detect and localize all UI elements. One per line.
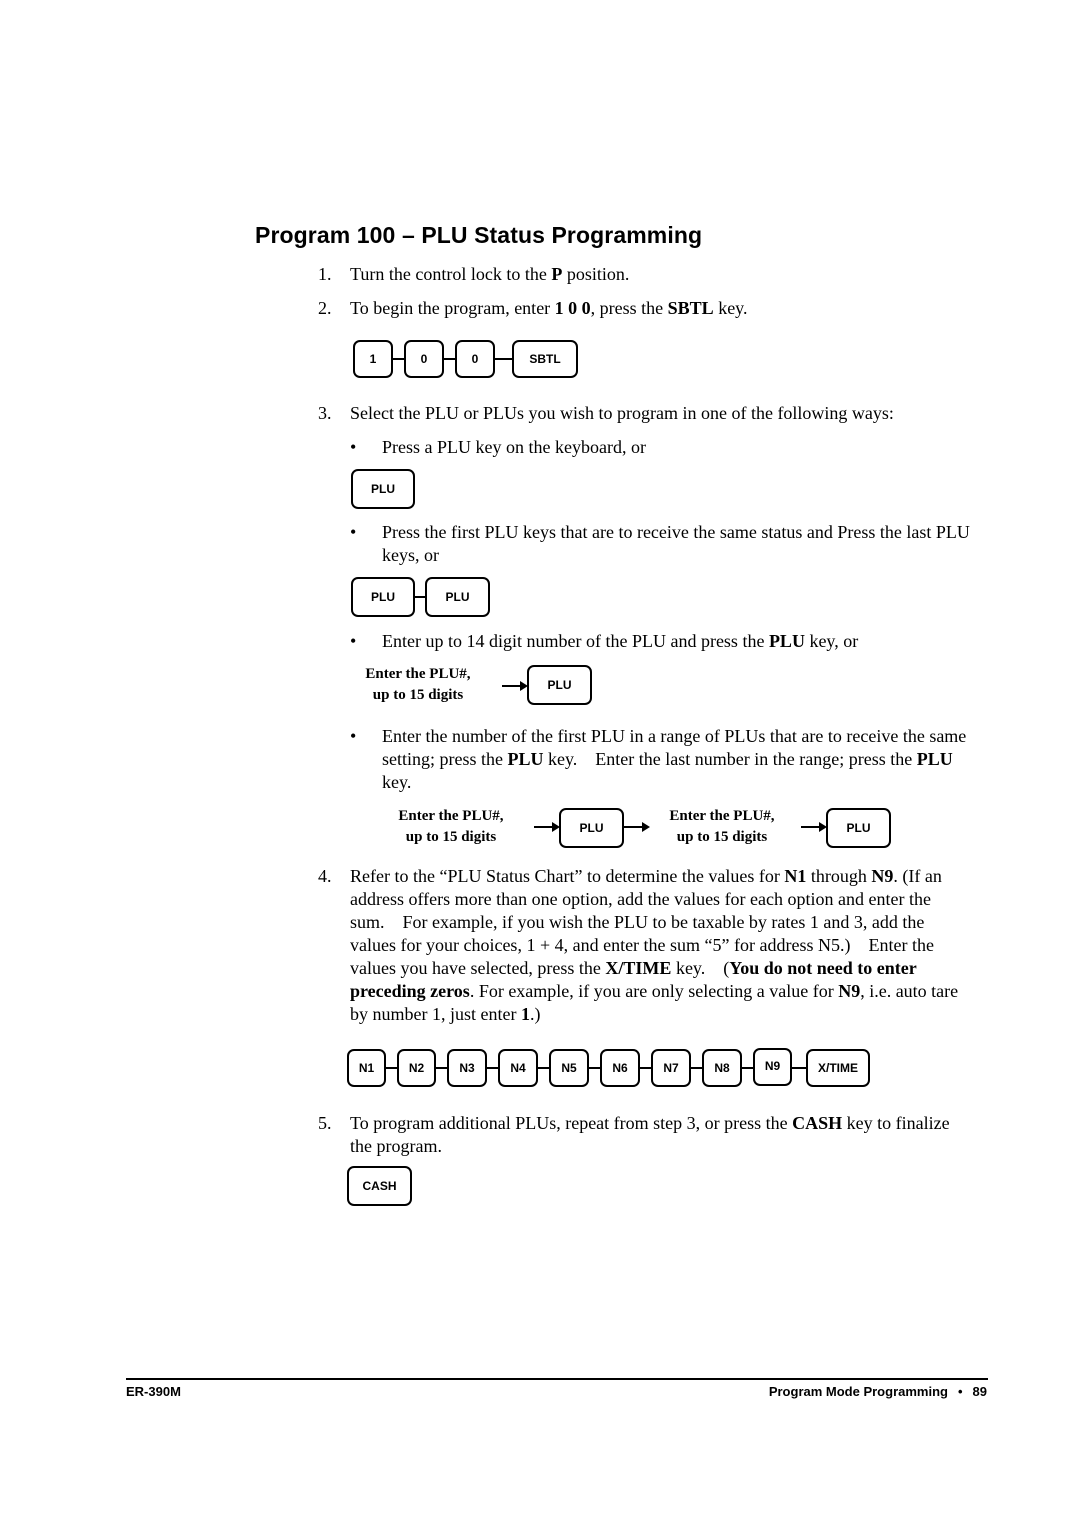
key-connector xyxy=(589,1067,600,1069)
bullet-icon: • xyxy=(350,726,357,746)
step-text: To program additional PLUs, repeat from … xyxy=(350,1113,793,1133)
key-connector xyxy=(415,596,425,598)
footer-model: ER-390M xyxy=(126,1384,181,1399)
step-text: position. xyxy=(562,264,630,284)
step-number: 5. xyxy=(318,1113,332,1133)
footer-section: Program Mode Programming • 89 xyxy=(769,1384,987,1399)
key-connector xyxy=(538,1067,549,1069)
bullet-key-ref: PLU xyxy=(507,749,544,769)
key-connector xyxy=(742,1067,753,1069)
key-plu: PLU xyxy=(351,577,415,617)
bullet-icon: • xyxy=(350,522,357,542)
key-connector xyxy=(495,358,512,360)
bullet-text: key. xyxy=(382,772,412,792)
bullet-text: Press a PLU key on the keyboard, or xyxy=(382,437,646,457)
step-text: through xyxy=(806,866,872,886)
step-number: 1. xyxy=(318,264,332,284)
page-title: Program 100 – PLU Status Programming xyxy=(255,222,703,248)
key-sbtl: SBTL xyxy=(512,340,578,378)
step-text: Refer to the “PLU Status Chart” to deter… xyxy=(350,866,785,886)
key-plu: PLU xyxy=(559,808,624,848)
key-n8: N8 xyxy=(702,1049,742,1087)
bullet-text: key, or xyxy=(804,631,859,651)
arrow-icon xyxy=(502,681,528,691)
arrow-icon xyxy=(534,822,560,832)
step-text: Select the PLU or PLUs you wish to progr… xyxy=(350,403,894,423)
step-key-ref: N9 xyxy=(871,866,894,886)
arrow-icon xyxy=(801,822,827,832)
bullet-text: Enter up to 14 digit number of the PLU a… xyxy=(382,631,769,651)
key-n4: N4 xyxy=(498,1049,538,1087)
step-key-ref: X/TIME xyxy=(605,958,672,978)
key-0: 0 xyxy=(404,340,444,378)
page-number: 89 xyxy=(972,1384,987,1399)
key-n3: N3 xyxy=(447,1049,487,1087)
step-number: 4. xyxy=(318,866,332,886)
step-number: 2. xyxy=(318,298,332,318)
key-connector xyxy=(386,1067,397,1069)
key-plu: PLU xyxy=(351,469,415,509)
key-0: 0 xyxy=(455,340,495,378)
step-text: key. ( xyxy=(671,958,730,978)
step-number: 3. xyxy=(318,403,332,423)
key-cash: CASH xyxy=(347,1166,412,1206)
enter-plu-label: Enter the PLU#, up to 15 digits xyxy=(365,666,471,703)
step-text: Turn the control lock to the xyxy=(350,264,552,284)
key-plu: PLU xyxy=(826,808,891,848)
bullet-key-ref: PLU xyxy=(916,749,953,769)
step-key-ref: P xyxy=(551,264,563,284)
key-connector xyxy=(444,358,455,360)
key-connector xyxy=(640,1067,651,1069)
enter-plu-label: Enter the PLU#, up to 15 digits xyxy=(669,808,775,845)
bullet-key-ref: PLU xyxy=(768,631,805,651)
bullet-text: Press the first PLU keys that are to rec… xyxy=(382,522,970,565)
step-text: To begin the program, enter xyxy=(350,298,555,318)
key-n7: N7 xyxy=(651,1049,691,1087)
bullet-separator-icon: • xyxy=(957,1384,963,1399)
step-key-ref: SBTL xyxy=(667,298,714,318)
enter-plu-label: Enter the PLU#, up to 15 digits xyxy=(398,808,504,845)
footer-divider xyxy=(126,1378,988,1380)
key-n6: N6 xyxy=(600,1049,640,1087)
step-key-ref: CASH xyxy=(792,1113,843,1133)
key-1: 1 xyxy=(353,340,393,378)
step-key-ref: 1 0 0 xyxy=(554,298,591,318)
step-key-ref: 1 xyxy=(520,1004,530,1024)
step-text: , press the xyxy=(590,298,668,318)
key-connector xyxy=(691,1067,702,1069)
key-plu: PLU xyxy=(425,577,490,617)
key-x-time: X/TIME xyxy=(806,1049,870,1087)
key-n5: N5 xyxy=(549,1049,589,1087)
key-n1: N1 xyxy=(347,1049,386,1087)
key-connector xyxy=(487,1067,498,1069)
arrow-icon xyxy=(624,822,650,832)
key-n2: N2 xyxy=(397,1049,436,1087)
key-connector xyxy=(393,358,404,360)
key-connector xyxy=(436,1067,447,1069)
key-n9: N9 xyxy=(753,1048,792,1086)
step-text: key. xyxy=(713,298,748,318)
step-key-ref: N9 xyxy=(838,981,861,1001)
step-key-ref: N1 xyxy=(784,866,807,886)
bullet-icon: • xyxy=(350,437,357,457)
key-connector xyxy=(792,1067,806,1069)
key-plu: PLU xyxy=(527,665,592,705)
bullet-icon: • xyxy=(350,631,357,651)
bullet-text: key. Enter the last number in the range;… xyxy=(543,749,917,769)
step-text: .) xyxy=(529,1004,541,1024)
step-text: . For example, if you are only selecting… xyxy=(469,981,839,1001)
footer-section-title: Program Mode Programming xyxy=(768,1384,948,1399)
